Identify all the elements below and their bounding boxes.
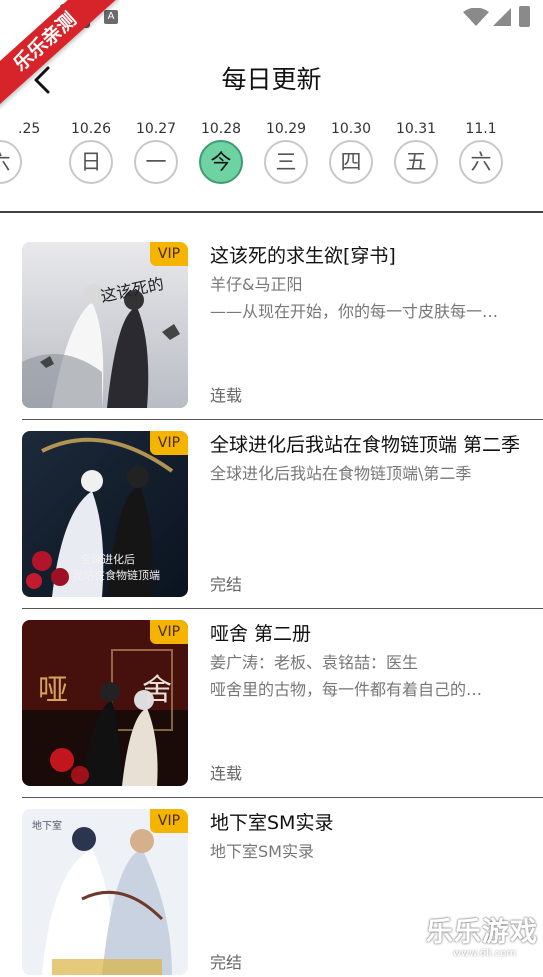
day-circle: 六 <box>0 140 22 184</box>
list-item[interactable]: 这该死的 VIP 这该死的求生欲[穿书] 羊仔&马正阳 ——从现在开始，你的每一… <box>0 222 543 410</box>
cover-art: 全球进化后 我站在食物链顶端 <box>22 431 188 597</box>
day-item-1026[interactable]: 10.26 日 <box>61 118 121 184</box>
item-info: 全球进化后我站在食物链顶端 第二季 全球进化后我站在食物链顶端\第二季 完结 <box>210 431 525 597</box>
vip-badge: VIP <box>150 431 188 455</box>
cover-image[interactable]: 全球进化后 我站在食物链顶端 VIP <box>22 431 188 597</box>
item-cast: 全球进化后我站在食物链顶端\第二季 <box>210 464 472 483</box>
day-circle: 日 <box>69 140 113 184</box>
vip-badge: VIP <box>150 242 188 266</box>
item-info: 哑舍 第二册 姜广涛：老板、袁铭喆：医生 哑舍里的古物，每一件都有着自己的… 连… <box>210 620 525 786</box>
item-title: 全球进化后我站在食物链顶端 第二季 <box>210 434 521 456</box>
list-item[interactable]: 哑 舍 VIP 哑舍 第二册 姜广涛：老板、袁铭喆：医生 哑舍里的古物，每一件都… <box>0 600 543 788</box>
day-circle: 四 <box>329 140 373 184</box>
divider <box>0 211 543 213</box>
cover-image[interactable]: 地下室 VIP <box>22 809 188 975</box>
item-cast: 姜广涛：老板、袁铭喆：医生 <box>210 653 419 672</box>
page-title: 每日更新 <box>221 65 322 94</box>
cover-art: 地下室 <box>22 809 188 975</box>
item-description: 哑舍里的古物，每一件都有着自己的… <box>210 680 483 699</box>
item-title: 哑舍 第二册 <box>210 623 312 645</box>
brand-watermark-text: 乐乐游戏 <box>426 917 538 948</box>
battery-icon <box>519 6 530 27</box>
svg-text:我站在食物链顶端: 我站在食物链顶端 <box>72 568 160 582</box>
item-description: ——从现在开始，你的每一寸皮肤每一… <box>210 302 499 321</box>
signal-icon <box>493 8 511 26</box>
item-title: 地下室SM实录 <box>210 812 334 834</box>
svg-text:地下室: 地下室 <box>32 819 62 832</box>
day-date: 10.28 <box>200 121 242 137</box>
cover-art: 这该死的 <box>22 242 188 408</box>
cover-image[interactable]: 哑 舍 VIP <box>22 620 188 786</box>
day-date: 11.1 <box>465 121 497 137</box>
day-circle: 今 <box>199 140 243 184</box>
svg-text:全球进化后: 全球进化后 <box>80 552 135 566</box>
day-item-1025[interactable]: .25 六 <box>0 118 60 184</box>
day-circle: 五 <box>394 140 438 184</box>
svg-text:舍: 舍 <box>142 673 172 708</box>
item-info: 这该死的求生欲[穿书] 羊仔&马正阳 ——从现在开始，你的每一寸皮肤每一… 连载 <box>210 242 525 408</box>
cover-art: 哑 舍 <box>22 620 188 786</box>
cover-image[interactable]: 这该死的 VIP <box>22 242 188 408</box>
brand-watermark-url: www.6ll.com <box>452 948 517 959</box>
vip-badge: VIP <box>150 620 188 644</box>
day-circle: 六 <box>459 140 503 184</box>
item-status: 连载 <box>210 764 243 783</box>
item-cast: 地下室SM实录 <box>210 842 314 861</box>
day-date: 10.27 <box>135 121 177 137</box>
date-strip: .25 六 10.26 日 10.27 一 10.28 今 10.29 三 10… <box>0 118 543 198</box>
day-item-1029[interactable]: 10.29 三 <box>256 118 316 184</box>
day-date: 10.26 <box>70 121 112 137</box>
day-item-1027[interactable]: 10.27 一 <box>126 118 186 184</box>
day-date: 10.31 <box>395 121 437 137</box>
day-date: .25 <box>18 121 41 137</box>
day-item-1031[interactable]: 10.31 五 <box>386 118 446 184</box>
day-circle: 三 <box>264 140 308 184</box>
item-status: 连载 <box>210 386 243 405</box>
day-date: 10.30 <box>330 121 372 137</box>
day-item-1030[interactable]: 10.30 四 <box>321 118 381 184</box>
item-status: 完结 <box>210 953 243 972</box>
day-item-1101[interactable]: 11.1 六 <box>451 118 511 184</box>
day-date: 10.29 <box>265 121 307 137</box>
day-item-today[interactable]: 10.28 今 <box>191 118 251 184</box>
item-cast: 羊仔&马正阳 <box>210 275 303 294</box>
day-circle: 一 <box>134 140 178 184</box>
vip-badge: VIP <box>150 809 188 833</box>
svg-text:哑: 哑 <box>38 673 68 708</box>
header: 每日更新 <box>0 52 543 108</box>
item-status: 完结 <box>210 575 243 594</box>
wifi-icon <box>463 8 489 26</box>
item-title: 这该死的求生欲[穿书] <box>210 245 396 267</box>
list-item[interactable]: 全球进化后 我站在食物链顶端 VIP 全球进化后我站在食物链顶端 第二季 全球进… <box>0 411 543 599</box>
brand-watermark: 乐乐游戏 www.6ll.com <box>426 918 543 967</box>
